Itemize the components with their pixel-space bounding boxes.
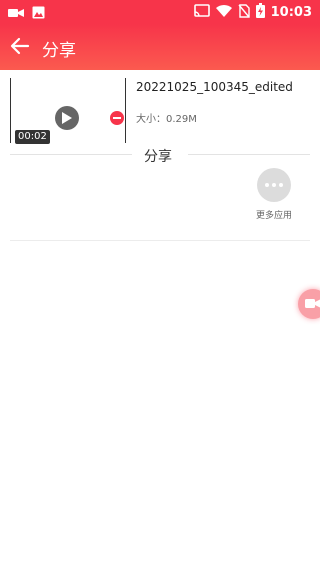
- status-time: 10:03: [270, 5, 312, 20]
- battery-charging-icon: [255, 3, 265, 22]
- cast-icon: [193, 3, 210, 22]
- more-apps-button[interactable]: 更多应用: [254, 168, 294, 221]
- remove-video-button[interactable]: [110, 111, 124, 125]
- play-icon[interactable]: [55, 106, 79, 130]
- divider-right: [188, 154, 310, 155]
- no-sim-icon: [238, 3, 250, 22]
- share-section-title: 分享: [144, 149, 172, 165]
- duration-badge: 00:02: [15, 130, 50, 144]
- more-dots-icon[interactable]: [257, 168, 291, 202]
- wifi-icon: [215, 3, 232, 22]
- video-camera-icon: [8, 4, 24, 23]
- floating-record-button[interactable]: [298, 289, 320, 319]
- video-item: 00:02 20221025_100345_edited 大小：0.29M: [0, 70, 320, 154]
- back-arrow-icon[interactable]: [10, 36, 32, 58]
- video-thumbnail[interactable]: 00:02: [10, 78, 126, 144]
- divider-left: [10, 154, 132, 155]
- video-size: 大小：0.29M: [136, 114, 197, 125]
- video-camera-icon: [305, 299, 320, 308]
- page-title: 分享: [42, 41, 76, 61]
- bottom-divider: [10, 240, 310, 241]
- more-apps-label: 更多应用: [255, 211, 292, 221]
- image-icon: [32, 4, 45, 23]
- status-bar: 10:03: [0, 0, 320, 24]
- video-filename: 20221025_100345_edited: [136, 80, 293, 94]
- app-bar: 分享: [0, 24, 320, 70]
